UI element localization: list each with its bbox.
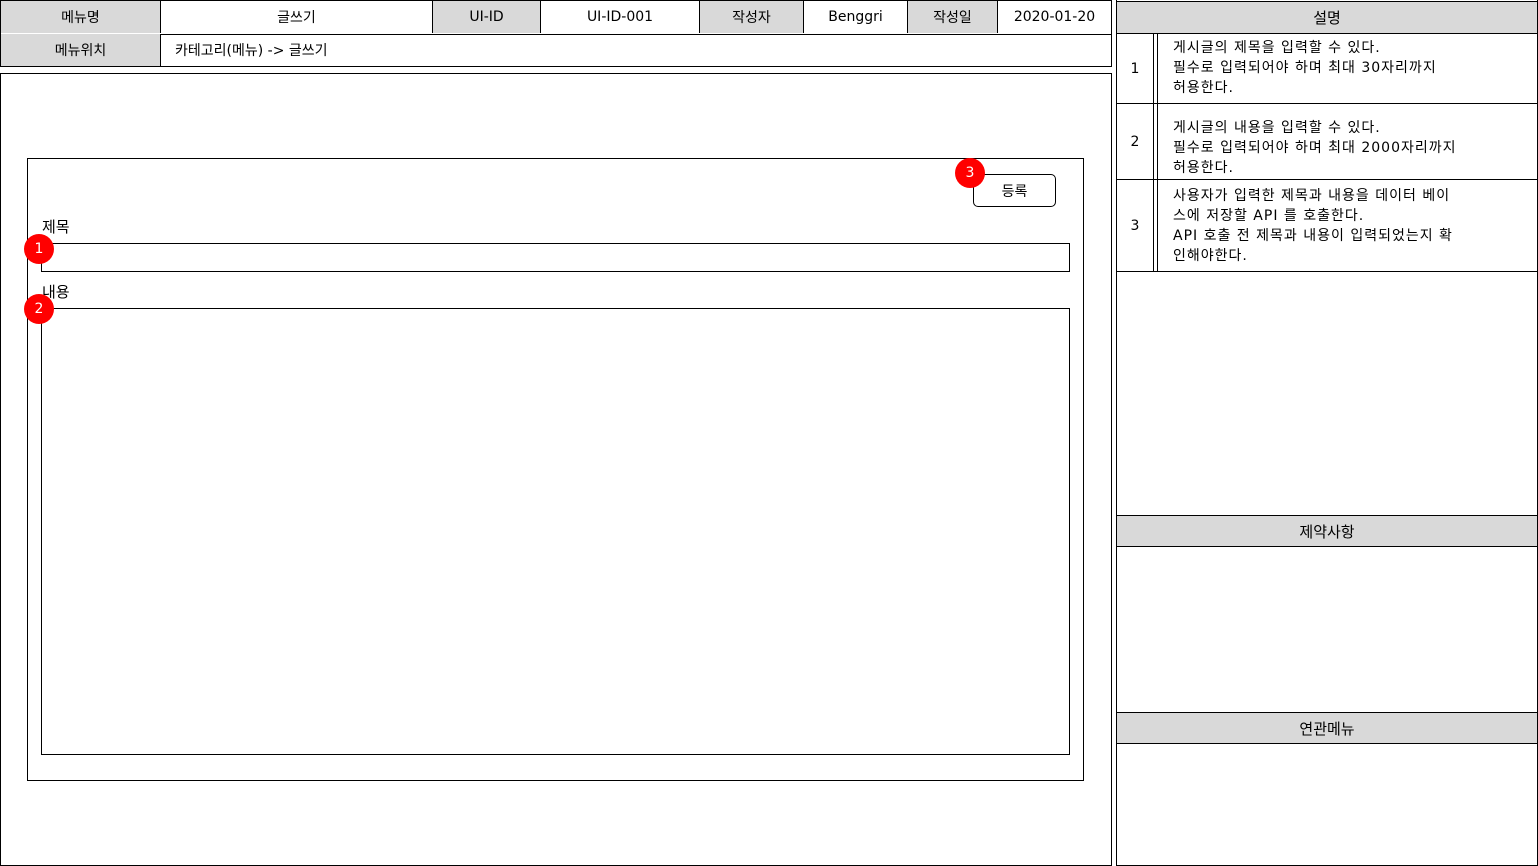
menu-name-label: 메뉴명 (1, 1, 160, 33)
description-row: 2 게시글의 내용을 입력할 수 있다. 필수로 입력되어야 하며 최대 200… (1117, 104, 1537, 180)
ui-id-value: UI-ID-001 (540, 1, 699, 33)
description-row: 3 사용자가 입력한 제목과 내용을 데이터 베이 스에 저장할 API 를 호… (1117, 180, 1537, 272)
constraints-header: 제약사항 (1117, 515, 1537, 547)
title-label: 제목 (42, 218, 70, 236)
description-number: 2 (1117, 104, 1154, 179)
spec-side-panel: 설명 1 게시글의 제목을 입력할 수 있다. 필수로 입력되어야 하며 최대 … (1116, 0, 1538, 866)
marker-1: 1 (24, 234, 54, 264)
header-row-2: 메뉴위치 카테고리(메뉴) -> 글쓰기 (1, 34, 1111, 66)
description-number: 3 (1117, 180, 1154, 271)
author-value: Benggri (803, 1, 907, 33)
description-text: 사용자가 입력한 제목과 내용을 데이터 베이 스에 저장할 API 를 호출한… (1173, 188, 1453, 264)
related-menu-header: 연관메뉴 (1117, 712, 1537, 744)
date-label: 작성일 (907, 1, 997, 33)
submit-button[interactable]: 등록 (973, 174, 1056, 207)
date-value: 2020-01-20 (997, 1, 1111, 33)
ui-id-label: UI-ID (432, 1, 540, 33)
description-text: 게시글의 제목을 입력할 수 있다. 필수로 입력되어야 하며 최대 30자리까… (1173, 40, 1437, 96)
title-input[interactable] (41, 243, 1070, 272)
marker-3: 3 (955, 158, 985, 188)
description-text: 게시글의 내용을 입력할 수 있다. 필수로 입력되어야 하며 최대 2000자… (1173, 120, 1457, 176)
description-header: 설명 (1117, 1, 1537, 34)
header-row-1: 메뉴명 글쓰기 UI-ID UI-ID-001 작성자 Benggri 작성일 … (1, 1, 1111, 35)
content-textarea[interactable] (41, 308, 1070, 755)
menu-name-value: 글쓰기 (160, 1, 432, 33)
location-label: 메뉴위치 (1, 34, 160, 66)
author-label: 작성자 (699, 1, 803, 33)
spec-header-table: 메뉴명 글쓰기 UI-ID UI-ID-001 작성자 Benggri 작성일 … (0, 0, 1112, 67)
location-value: 카테고리(메뉴) -> 글쓰기 (160, 34, 1111, 66)
marker-2: 2 (24, 294, 54, 324)
description-row: 1 게시글의 제목을 입력할 수 있다. 필수로 입력되어야 하며 최대 30자… (1117, 34, 1537, 104)
description-number: 1 (1117, 34, 1154, 103)
